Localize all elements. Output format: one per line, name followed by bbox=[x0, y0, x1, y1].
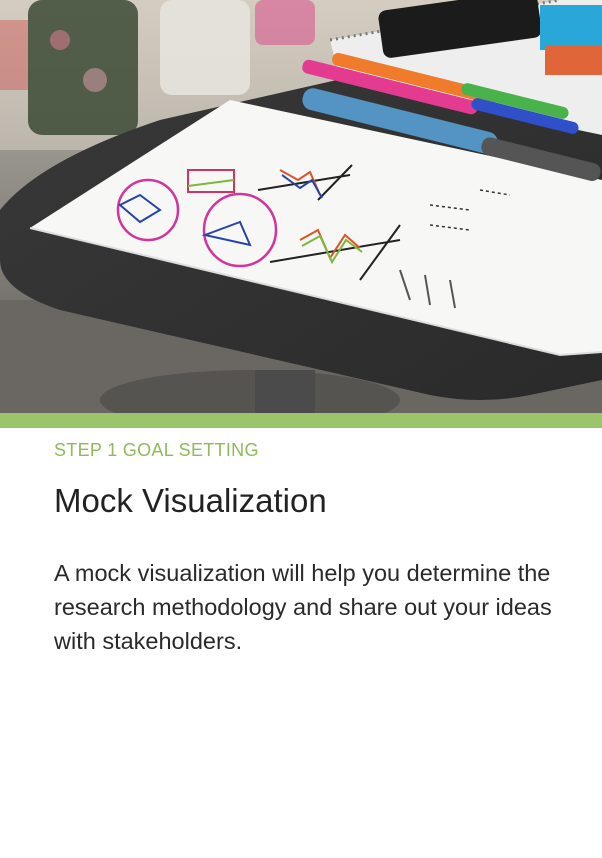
body-paragraph: A mock visualization will help you deter… bbox=[54, 560, 552, 654]
hero-photo bbox=[0, 0, 602, 413]
page-title: Mock Visualization bbox=[54, 482, 327, 519]
step-label: STEP 1 GOAL SETTING bbox=[54, 440, 259, 460]
accent-divider bbox=[0, 413, 602, 428]
